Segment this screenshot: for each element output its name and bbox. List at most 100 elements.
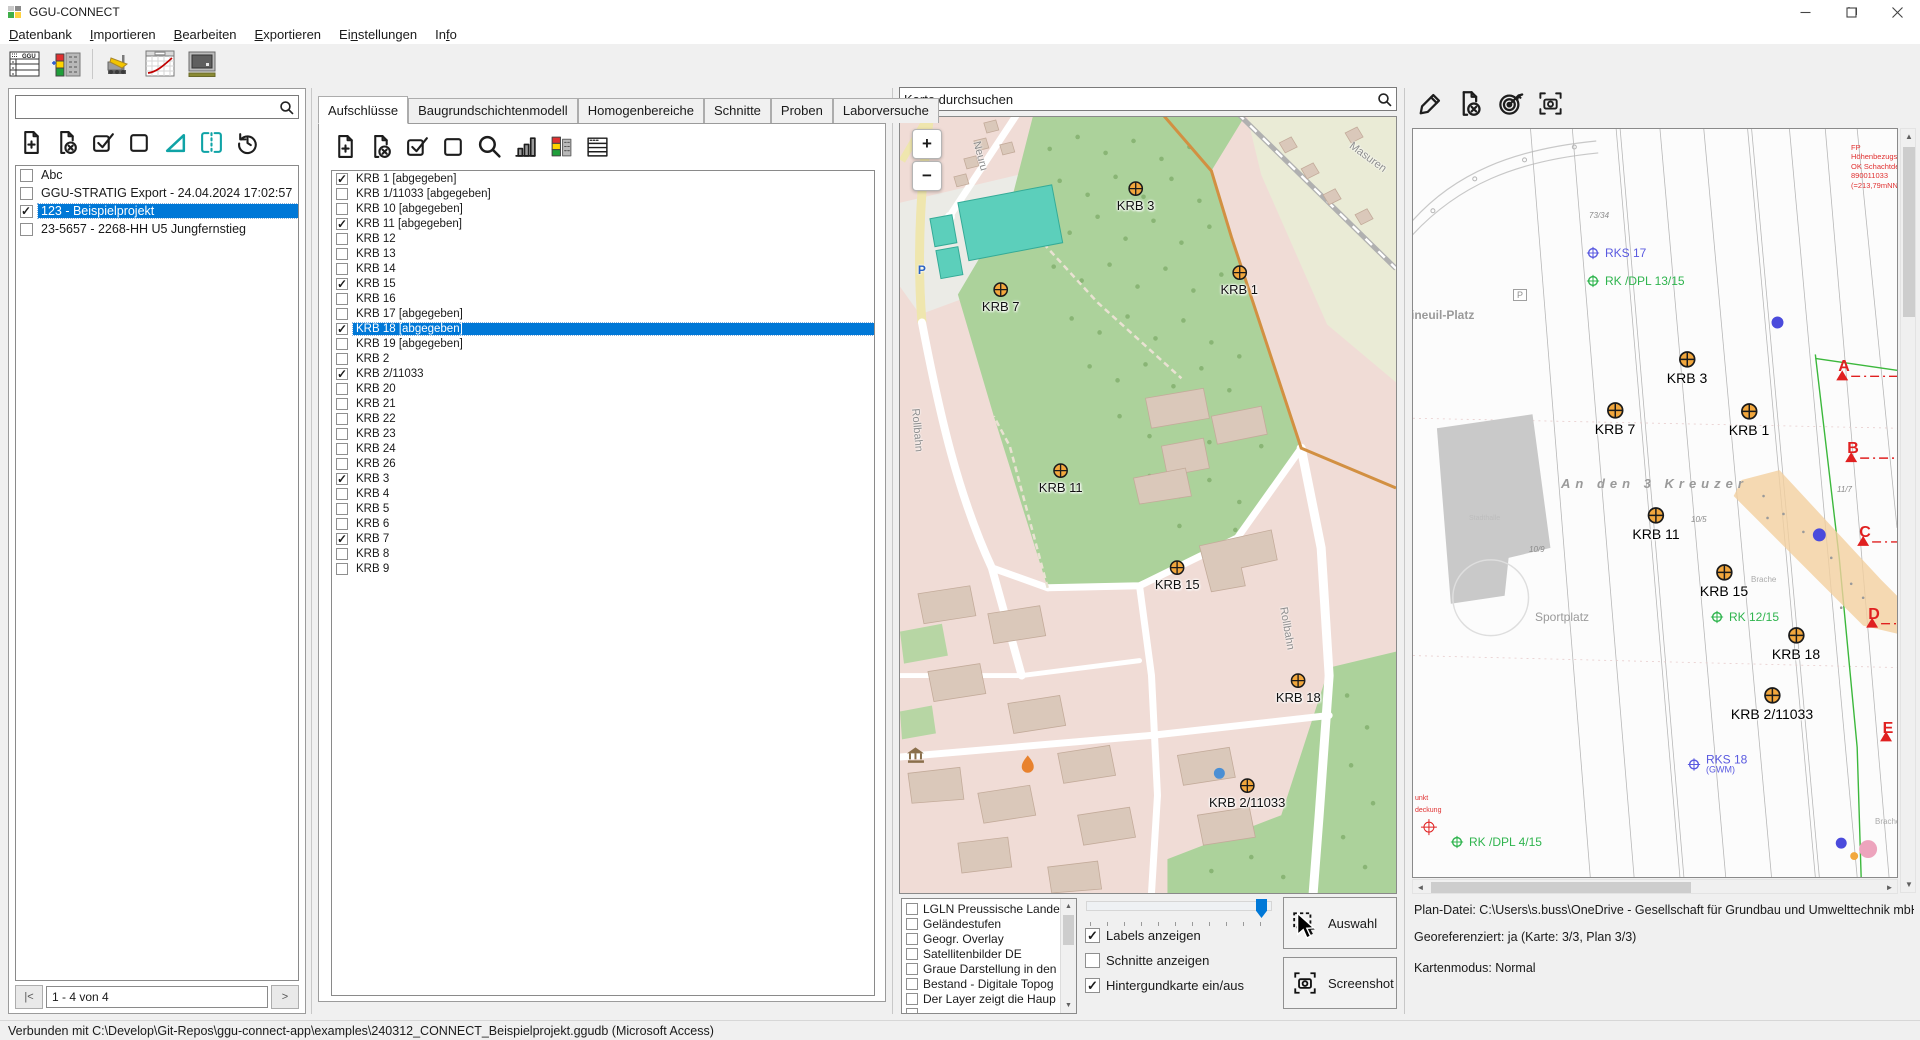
layer-row[interactable]: Geländestufen [902,916,1061,931]
borehole-checkbox[interactable] [336,308,348,320]
borehole-checkbox[interactable] [336,473,348,485]
borehole-row[interactable]: KRB 26 [332,456,874,471]
borehole-checkbox[interactable] [336,218,348,230]
borehole-row[interactable]: KRB 10 [abgegeben] [332,201,874,216]
check-all-icon[interactable] [85,125,121,159]
stratig-legend-icon[interactable] [543,129,579,163]
menu-item[interactable]: Einstellungen [330,26,426,43]
drill-rig-button[interactable] [97,45,139,83]
borehole-marker[interactable]: KRB 7 [1595,401,1635,437]
georeference-target-icon[interactable] [1492,86,1528,120]
borehole-marker[interactable]: KRB 2/11033 [1209,777,1285,810]
map-viewport[interactable]: + − NeuruMasurenRollbahnRollbahnP KRB 3 … [899,116,1397,894]
borehole-marker[interactable]: KRB 15 [1155,559,1200,592]
map-option[interactable]: Schnitte anzeigen [1085,953,1209,968]
borehole-marker[interactable]: KRB 11 [1039,462,1083,495]
borehole-checkbox[interactable] [336,398,348,410]
tab[interactable]: Baugrundschichtenmodell [408,98,578,123]
splitter[interactable] [311,88,312,1014]
borehole-row[interactable]: KRB 7 [332,531,874,546]
layer-checkbox[interactable] [906,1008,918,1015]
layer-row[interactable]: LGLN Preussische Lande [902,901,1061,916]
layer-checkbox[interactable] [906,993,918,1005]
scroll-up-icon[interactable]: ▲ [1901,129,1917,144]
check-all-icon[interactable] [399,129,435,163]
borehole-row[interactable]: KRB 12 [332,231,874,246]
borehole-row[interactable]: KRB 18 [abgegeben] [332,321,874,336]
borehole-checkbox[interactable] [336,368,348,380]
map-search-input[interactable] [900,92,1377,107]
borehole-checkbox[interactable] [336,188,348,200]
plan-vertical-scrollbar[interactable]: ▲ ▼ [1900,128,1916,893]
option-checkbox[interactable] [1085,953,1100,968]
borehole-checkbox[interactable] [336,503,348,515]
minimize-button[interactable] [1782,0,1828,24]
borehole-row[interactable]: KRB 9 [332,561,874,576]
uncheck-all-icon[interactable] [435,129,471,163]
borehole-marker[interactable]: KRB 18 [1276,672,1321,705]
borehole-row[interactable]: KRB 5 [332,501,874,516]
borehole-checkbox[interactable] [336,338,348,350]
borehole-checkbox[interactable] [336,428,348,440]
borehole-checkbox[interactable] [336,383,348,395]
borehole-checkbox[interactable] [336,278,348,290]
borehole-row[interactable]: KRB 22 [332,411,874,426]
map-zoom-slider[interactable] [1086,899,1272,919]
layer-checkbox[interactable] [906,918,918,930]
add-document-icon[interactable] [327,129,363,163]
borehole-marker[interactable]: KRB 3 [1117,180,1155,213]
slider-thumb[interactable] [1256,899,1267,918]
borehole-checkbox[interactable] [336,323,348,335]
borehole-checkbox[interactable] [336,458,348,470]
close-button[interactable] [1874,0,1920,24]
delete-document-icon[interactable] [363,129,399,163]
tab[interactable]: Schnitte [704,98,771,123]
search-icon[interactable] [471,129,507,163]
project-checkbox[interactable] [20,187,33,200]
tab[interactable]: Aufschlüsse [318,96,408,124]
menu-item[interactable]: Datenbank [0,26,81,43]
scroll-down-icon[interactable]: ▼ [1061,998,1076,1013]
borehole-list[interactable]: KRB 1 [abgegeben] KRB 1/11033 [abgegeben… [331,170,875,996]
maximize-button[interactable] [1828,0,1874,24]
option-checkbox[interactable] [1085,978,1100,993]
layer-checkbox[interactable] [906,948,918,960]
borehole-marker[interactable]: KRB 7 [982,281,1020,314]
zip-archive-icon[interactable] [193,125,229,159]
borehole-row[interactable]: KRB 6 [332,516,874,531]
borehole-row[interactable]: KRB 1 [abgegeben] [332,171,874,186]
layer-scrollbar[interactable]: ▲ ▼ [1060,899,1076,1013]
project-checkbox[interactable] [20,205,33,218]
project-search-input[interactable] [16,100,279,115]
scroll-up-icon[interactable]: ▲ [1061,899,1076,914]
layer-row[interactable]: Bestand - Digitale Topog [902,976,1061,991]
layer-row[interactable]: Geogr. Overlay [902,931,1061,946]
project-row[interactable]: 23-5657 - 2268-HH U5 Jungfernstieg [16,220,298,238]
layer-checkbox[interactable] [906,933,918,945]
layer-list[interactable]: LGLN Preussische Lande Geländestufen Geo… [901,898,1077,1014]
borehole-row[interactable]: KRB 8 [332,546,874,561]
bar-chart-icon[interactable] [507,129,543,163]
screen-button[interactable] [181,45,223,83]
borehole-row[interactable]: KRB 2 [332,351,874,366]
layer-row[interactable]: Satellitenbilder DE [902,946,1061,961]
borehole-marker[interactable]: KRB 11 [1632,506,1679,542]
zoom-in-button[interactable]: + [912,129,942,159]
screenshot-button[interactable]: Screenshot [1283,957,1397,1009]
borehole-checkbox[interactable] [336,443,348,455]
menu-item[interactable]: Exportieren [246,26,330,43]
next-page-button[interactable]: > [271,985,299,1009]
borehole-checkbox[interactable] [336,413,348,425]
borehole-checkbox[interactable] [336,548,348,560]
scroll-left-icon[interactable]: ◄ [1413,880,1428,895]
borehole-row[interactable]: KRB 11 [abgegeben] [332,216,874,231]
menu-item[interactable]: Importieren [81,26,165,43]
pencil-icon[interactable] [1412,86,1448,120]
borehole-row[interactable]: KRB 19 [abgegeben] [332,336,874,351]
borehole-marker[interactable]: KRB 1 [1220,265,1258,298]
borehole-row[interactable]: KRB 21 [332,396,874,411]
borehole-row[interactable]: KRB 1/11033 [abgegeben] [332,186,874,201]
borehole-checkbox[interactable] [336,488,348,500]
scroll-right-icon[interactable]: ► [1882,880,1897,895]
project-checkbox[interactable] [20,223,33,236]
